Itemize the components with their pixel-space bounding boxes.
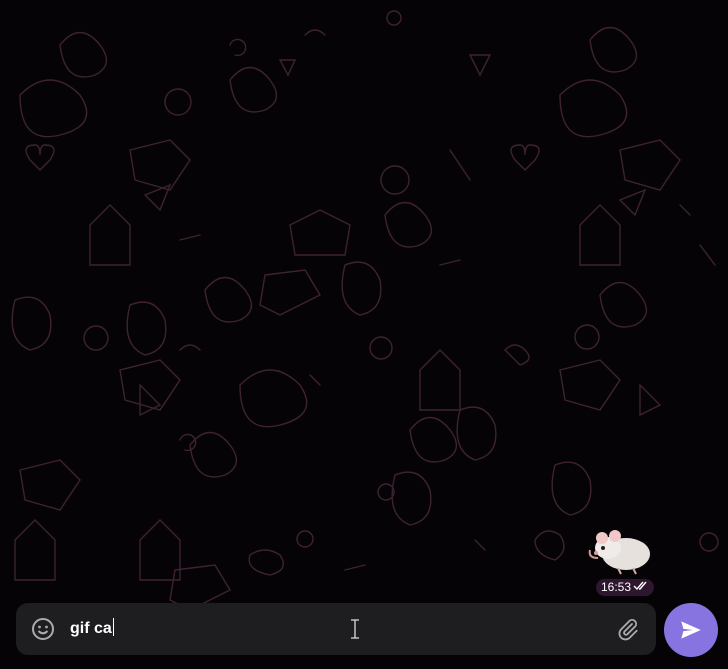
rat-sticker[interactable]	[588, 518, 658, 578]
paperclip-icon[interactable]	[616, 617, 640, 641]
read-double-check-icon	[633, 579, 649, 596]
send-arrow-icon	[681, 621, 701, 639]
message-input-value: gif ca	[70, 620, 112, 637]
message-input[interactable]: gif ca	[70, 617, 114, 641]
message-time: 16:53	[600, 580, 632, 594]
message-composer: gif ca	[16, 603, 656, 655]
send-button[interactable]	[664, 603, 718, 657]
smile-icon[interactable]	[31, 617, 55, 641]
text-caret	[112, 618, 114, 636]
i-beam-cursor-icon	[350, 619, 360, 639]
message-time-badge: 16:53	[596, 579, 654, 596]
